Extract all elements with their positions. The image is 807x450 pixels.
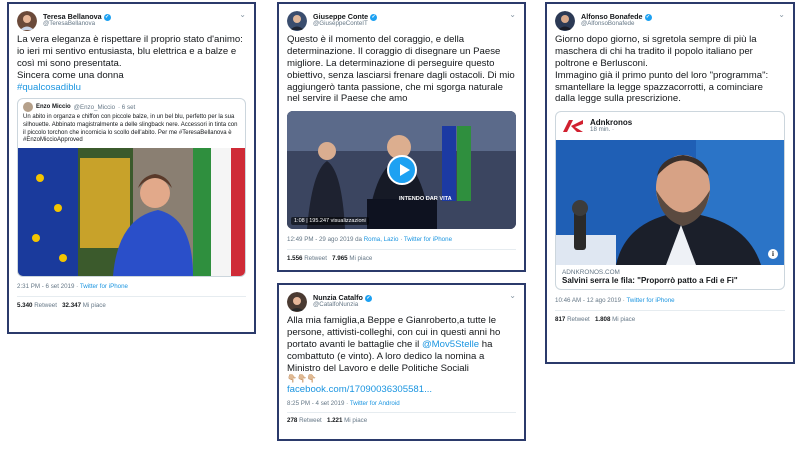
author-handle[interactable]: @GiuseppeConteIT — [313, 21, 377, 28]
card-domain: ADNKRONOS.COM — [562, 269, 620, 277]
tweet-text: Questo è il momento del coraggio, e dell… — [287, 34, 515, 105]
retweet-label: Retweet — [304, 255, 327, 263]
tweet-meta: 8:25 PM - 4 set 2019 · Twitter for Andro… — [279, 400, 524, 407]
chevron-down-icon[interactable]: ⌄ — [778, 10, 785, 19]
card-photo: i — [556, 140, 784, 266]
chevron-down-icon[interactable]: ⌄ — [509, 291, 516, 300]
video-caption: INTENDO DAR VITA — [399, 196, 452, 203]
tweet-stats: 1.556 Retweet 7.965 Mi piace — [279, 255, 524, 262]
card-title[interactable]: Salvini serra le fila: "Proporrò patto a… — [562, 276, 778, 285]
tweet-source[interactable]: Twitter for Android — [350, 400, 400, 407]
tweet-text-line: Immagino già il primo punto del loro "pr… — [555, 69, 769, 105]
verified-icon: ✓ — [370, 13, 378, 21]
tweet-source[interactable]: Twitter for iPhone — [80, 283, 128, 290]
divider — [17, 296, 246, 298]
verified-icon: ✓ — [103, 13, 111, 21]
tweet-meta: 10:46 AM - 12 ago 2019 · Twitter for iPh… — [547, 297, 793, 304]
tweet-header: Alfonso Bonafede ✓ @AlfonsoBonafede ⌄ — [547, 4, 793, 32]
chevron-down-icon[interactable]: ⌄ — [239, 10, 246, 19]
author-handle[interactable]: @AlfonsoBonafede — [581, 21, 652, 28]
quoted-photo[interactable] — [18, 148, 246, 277]
avatar[interactable] — [555, 10, 575, 31]
verified-icon: ✓ — [364, 294, 372, 302]
mention-link[interactable]: @Mov5Stelle — [422, 339, 479, 350]
author-handle[interactable]: @CatalfoNunzia — [313, 302, 372, 309]
video-views: 195.247 visualizzazioni — [309, 218, 366, 225]
tweet-meta: 2:31 PM - 6 set 2019 · Twitter for iPhon… — [9, 283, 254, 290]
card-time: 18 min. · — [590, 126, 615, 134]
like-count[interactable]: 1.808 — [595, 316, 610, 323]
divider — [287, 249, 516, 251]
tweet-stats: 278 Retweet 1.221 Mi piace — [279, 417, 524, 424]
tweet-stats: 817 Retweet 1.808 Mi piace — [547, 316, 793, 323]
tweet-card-bonafede[interactable]: Alfonso Bonafede ✓ @AlfonsoBonafede ⌄ Gio… — [545, 2, 795, 364]
adnkronos-logo-icon — [563, 120, 583, 133]
chevron-down-icon[interactable]: ⌄ — [509, 10, 516, 19]
quoted-tweet-header: Enzo Miccio @Enzo_Miccio · 6 set — [18, 99, 245, 113]
tweet-text-line: Sincera come una donna — [17, 69, 124, 81]
tweet-timestamp[interactable]: 12:49 PM - 29 ago 2019 da — [287, 236, 364, 243]
retweet-count[interactable]: 817 — [555, 316, 565, 323]
retweet-count[interactable]: 5.340 — [17, 302, 32, 309]
like-count[interactable]: 7.965 — [332, 255, 347, 262]
quoted-author-handle: @Enzo_Miccio — [73, 103, 116, 111]
verified-icon: ✓ — [644, 13, 652, 21]
emoji-pointing-down: 👇🏼👇🏼👇🏼 — [287, 374, 317, 384]
tweet-source[interactable]: Twitter for iPhone — [404, 236, 452, 243]
tweet-source[interactable]: Twitter for iPhone — [626, 297, 674, 304]
avatar[interactable] — [287, 291, 307, 312]
tweet-header: Nunzia Catalfo ✓ @CatalfoNunzia ⌄ — [279, 285, 524, 313]
like-label: Mi piace — [349, 255, 373, 263]
hashtag-link[interactable]: #qualcosadiblu — [17, 82, 246, 94]
retweet-count[interactable]: 278 — [287, 417, 297, 424]
like-count[interactable]: 1.221 — [327, 417, 342, 424]
tweet-header: Teresa Bellanova ✓ @TeresaBellanova ⌄ — [9, 4, 254, 32]
tweet-stats: 5.340 Retweet 32.347 Mi piace — [9, 302, 254, 309]
like-label: Mi piace — [612, 316, 636, 324]
like-label: Mi piace — [82, 302, 106, 310]
author-handle[interactable]: @TeresaBellanova — [43, 21, 111, 28]
tweet-card-conte[interactable]: Giuseppe Conte ✓ @GiuseppeConteIT ⌄ Quest… — [277, 2, 526, 272]
tweet-text: Alla mia famiglia,a Beppe e Gianroberto,… — [279, 313, 524, 396]
tweet-place[interactable]: Roma, Lazio — [364, 236, 399, 243]
tweet-timestamp[interactable]: 2:31 PM - 6 set 2019 · — [17, 283, 80, 290]
divider — [287, 412, 516, 414]
avatar — [23, 102, 33, 113]
external-link[interactable]: facebook.com/17090036305581... — [287, 384, 516, 396]
tweet-header: Giuseppe Conte ✓ @GiuseppeConteIT ⌄ — [279, 4, 524, 32]
quoted-tweet[interactable]: Enzo Miccio @Enzo_Miccio · 6 set Un abit… — [17, 98, 246, 278]
card-header: Adnkronos 18 min. · — [556, 112, 784, 140]
tweet-text-line: Giorno dopo giorno, si sgretola sempre d… — [555, 34, 757, 69]
video-info: 1:08 | 195.247 visualizzazioni — [291, 217, 369, 226]
like-label: Mi piace — [344, 417, 368, 425]
tweet-text: La vera eleganza è rispettare il proprio… — [9, 32, 254, 93]
tweet-meta: 12:49 PM - 29 ago 2019 da Roma, Lazio · … — [279, 236, 524, 243]
tweet-timestamp[interactable]: 8:25 PM - 4 set 2019 · — [287, 400, 350, 407]
avatar[interactable] — [17, 10, 37, 31]
tweet-card-catalfo[interactable]: Nunzia Catalfo ✓ @CatalfoNunzia ⌄ Alla mi… — [277, 283, 526, 441]
retweet-label: Retweet — [34, 302, 57, 310]
quoted-time: · 6 set — [118, 103, 136, 111]
like-count[interactable]: 32.347 — [62, 302, 81, 309]
tweet-text: Giorno dopo giorno, si sgretola sempre d… — [547, 32, 793, 105]
divider — [555, 310, 785, 312]
retweet-label: Retweet — [299, 417, 322, 425]
quoted-tweet-text: Un abito in organza e chiffon con piccol… — [23, 114, 238, 144]
video-player[interactable]: INTENDO DAR VITA 1:08 | 195.247 visualiz… — [287, 111, 516, 230]
retweet-count[interactable]: 1.556 — [287, 255, 302, 262]
card-footer: ADNKRONOS.COM Salvini serra le fila: "Pr… — [556, 265, 784, 289]
tweet-card-bellanova[interactable]: Teresa Bellanova ✓ @TeresaBellanova ⌄ La … — [7, 2, 256, 334]
tweet-timestamp[interactable]: 10:46 AM - 12 ago 2019 · — [555, 297, 626, 304]
link-preview-card[interactable]: Adnkronos 18 min. · i ADNKRONOS.COM Salv… — [555, 111, 785, 291]
quoted-author-name: Enzo Miccio — [36, 104, 71, 111]
video-duration: 1:08 — [294, 218, 305, 225]
tweet-text-line: La vera eleganza è rispettare il proprio… — [17, 34, 243, 69]
avatar[interactable] — [287, 10, 307, 31]
retweet-label: Retweet — [567, 316, 590, 324]
